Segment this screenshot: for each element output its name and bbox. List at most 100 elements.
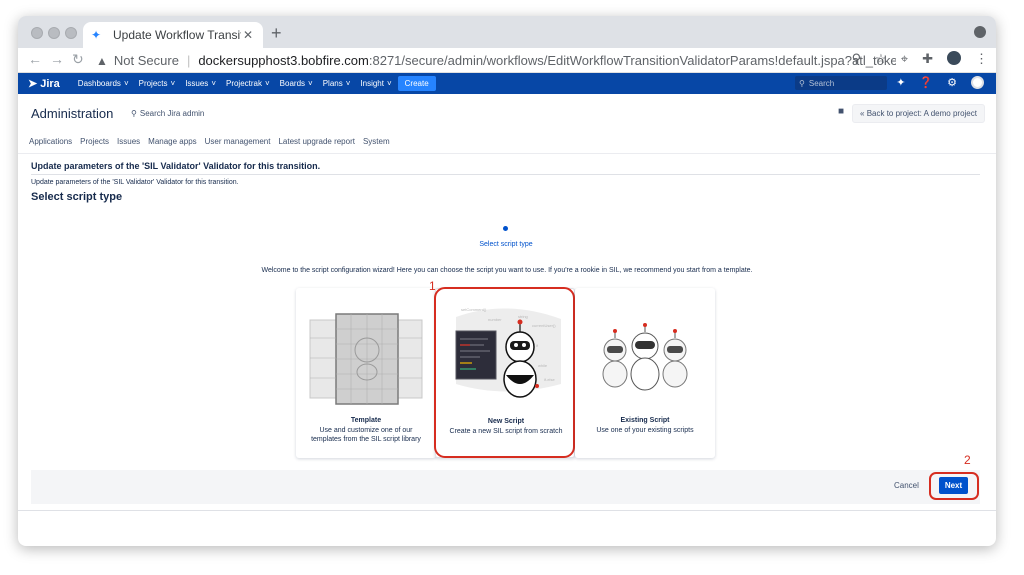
wizard-footer — [31, 470, 980, 504]
section-title: Update parameters of the 'SIL Validator'… — [31, 161, 321, 171]
card-description: Use and customize one of our templates f… — [311, 427, 421, 443]
chevron-down-icon: ˅ — [170, 79, 176, 88]
admin-search[interactable]: ⚲ Search Jira admin — [131, 109, 204, 118]
template-illustration — [309, 313, 423, 405]
nav-boards[interactable]: Boards ˅ — [280, 79, 313, 88]
nav-label: Plans — [322, 79, 343, 88]
next-highlight — [929, 472, 979, 500]
tab-user-management[interactable]: User management — [205, 137, 271, 146]
search-icon: ⚲ — [799, 78, 805, 88]
forward-arrow-icon[interactable]: → — [50, 51, 64, 67]
tab-issues[interactable]: Issues — [117, 137, 140, 146]
nav-plans[interactable]: Plans ˅ — [323, 79, 351, 88]
existing-script-card[interactable]: Existing Script Use one of your existing… — [575, 288, 715, 458]
section-description: Update parameters of the 'SIL Validator'… — [31, 179, 239, 186]
url-separator: | — [186, 53, 191, 68]
divider — [18, 153, 996, 154]
cancel-button[interactable]: Cancel — [894, 481, 919, 490]
nav-label: Projects — [138, 79, 168, 88]
extension-crop-icon[interactable]: ⌖ — [901, 51, 908, 67]
card-description: Use one of your existing scripts — [596, 427, 694, 434]
wizard-step-label: Select script type — [479, 241, 533, 248]
tab-manage-apps[interactable]: Manage apps — [148, 137, 196, 146]
nav-label: Dashboards — [77, 79, 121, 88]
chevron-down-icon: ˅ — [123, 79, 129, 88]
wizard-welcome-text: Welcome to the script configuration wiza… — [261, 267, 753, 274]
template-card[interactable]: Template Use and customize one of our te… — [296, 288, 436, 458]
nav-issues[interactable]: Issues ˅ — [185, 79, 216, 88]
existing-script-illustration — [602, 323, 688, 391]
back-label: Back to project: A demo project — [866, 109, 977, 118]
address-bar[interactable]: ▲ Not Secure | dockersupphost3.bobfire.c… — [96, 50, 896, 71]
toolbar-icons: ⚲ ☆ ⌖ ✚ ⋮ — [852, 51, 988, 67]
annotation-number: 2 — [964, 453, 971, 467]
close-window-dot[interactable] — [31, 27, 43, 39]
close-tab-icon[interactable]: ✕ — [241, 28, 255, 42]
user-avatar[interactable] — [971, 76, 984, 89]
chevron-down-icon: ˅ — [308, 79, 313, 88]
jira-logo[interactable]: ➤ Jira — [28, 77, 60, 91]
create-button[interactable]: Create — [397, 76, 436, 91]
back-to-project-button[interactable]: « Back to project: A demo project — [852, 104, 985, 123]
nav-projectrak[interactable]: Projectrak ˅ — [226, 79, 270, 88]
nav-insight[interactable]: Insight ˅ — [360, 79, 391, 88]
nav-dashboards[interactable]: Dashboards ˅ — [78, 79, 129, 88]
url-host: dockersupphost3.bobfire.com — [198, 53, 369, 68]
nav-label: Projectrak — [225, 79, 262, 88]
tab-system[interactable]: System — [363, 137, 390, 146]
zoom-window-dot[interactable] — [65, 27, 77, 39]
chevron-down-icon: ˅ — [265, 79, 270, 88]
url-path: :8271/secure/admin/workflows/EditWorkflo… — [368, 53, 896, 68]
chevron-down-icon: ˅ — [386, 79, 392, 88]
back-chevrons-icon: « — [860, 109, 865, 118]
card-title: Template — [350, 417, 382, 424]
nav-label: Issues — [185, 79, 209, 88]
notification-icon[interactable]: ■ — [838, 106, 848, 117]
megaphone-icon[interactable]: ✦ — [896, 76, 905, 89]
admin-search-label: Search Jira admin — [139, 109, 205, 118]
nav-label: Boards — [279, 79, 306, 88]
browser-menu-icon[interactable]: ⋮ — [975, 51, 988, 67]
help-icon[interactable]: ❓ — [919, 76, 933, 89]
warning-icon: ▲ — [96, 53, 108, 68]
wizard-step-dot — [503, 226, 508, 231]
jira-logo-icon: ➤ — [28, 78, 38, 90]
gear-icon[interactable]: ⚙ — [947, 76, 957, 89]
new-tab-button[interactable]: + — [271, 23, 282, 44]
search-placeholder: Search — [808, 78, 835, 88]
jira-logo-text: Jira — [40, 77, 60, 90]
security-label: Not Secure — [113, 53, 179, 68]
tab-strip: ✦ Update Workflow Transition 'SI ✕ + — [18, 16, 996, 48]
search-icon: ⚲ — [131, 109, 137, 118]
chevron-down-icon: ˅ — [345, 79, 351, 88]
browser-profile-menu-icon[interactable] — [974, 26, 986, 38]
new-script-highlight — [434, 287, 575, 458]
reload-icon[interactable]: ↻ — [72, 51, 84, 68]
bookmark-star-icon[interactable]: ☆ — [875, 51, 887, 67]
tab-title: Update Workflow Transition 'SI — [113, 28, 241, 42]
tab-latest-upgrade-report[interactable]: Latest upgrade report — [278, 137, 355, 146]
profile-avatar[interactable] — [947, 51, 961, 65]
back-arrow-icon[interactable]: ← — [28, 51, 42, 67]
jira-nav-items: Dashboards ˅ Projects ˅ Issues ˅ Projectrak… — [78, 79, 392, 88]
card-title: Existing Script — [620, 417, 670, 424]
tab-applications[interactable]: Applications — [29, 137, 72, 146]
jira-search-input[interactable]: ⚲ Search — [795, 76, 887, 90]
puzzle-extensions-icon[interactable]: ✚ — [922, 51, 933, 67]
jira-top-nav: ➤ Jira Dashboards ˅ Projects ˅ Issues ˅ Pro… — [18, 73, 996, 94]
minimize-window-dot[interactable] — [48, 27, 60, 39]
browser-tab[interactable]: ✦ Update Workflow Transition 'SI ✕ — [83, 22, 263, 48]
browser-window: ✦ Update Workflow Transition 'SI ✕ + ← →… — [18, 16, 996, 546]
divider — [18, 510, 996, 511]
select-script-type-heading: Select script type — [31, 191, 123, 203]
nav-label: Insight — [360, 79, 384, 88]
annotation-number: 1 — [429, 279, 436, 293]
jira-right-icons: ✦ ❓ ⚙ — [896, 76, 984, 89]
jira-favicon-icon: ✦ — [91, 28, 102, 42]
tab-projects[interactable]: Projects — [80, 137, 109, 146]
nav-projects[interactable]: Projects ˅ — [139, 79, 176, 88]
zoom-icon[interactable]: ⚲ — [852, 51, 862, 67]
divider — [31, 174, 980, 175]
admin-tabs: Applications Projects Issues Manage apps… — [29, 137, 390, 146]
address-toolbar: ← → ↻ ▲ Not Secure | dockersupphost3.bob… — [18, 48, 996, 73]
